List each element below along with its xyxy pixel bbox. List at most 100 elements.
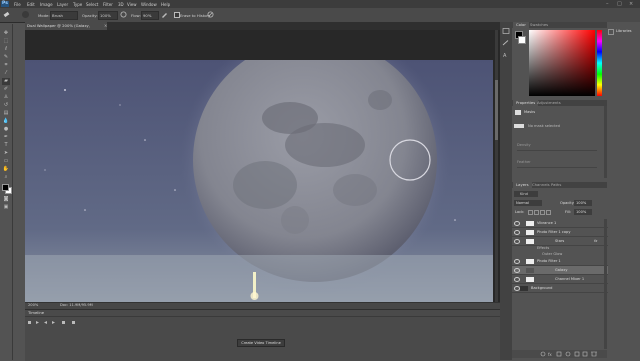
timeline-divider xyxy=(25,316,500,317)
visibility-eye-icon[interactable] xyxy=(514,239,520,244)
menu-type[interactable]: Type xyxy=(73,2,82,7)
canvas-vertical-scrollbar[interactable] xyxy=(495,30,498,302)
flow-label: Flow: xyxy=(131,12,141,18)
layer-name[interactable]: Stars xyxy=(555,239,564,243)
background-color-swatch[interactable] xyxy=(518,36,526,44)
brush-panel-icon[interactable] xyxy=(502,40,510,46)
marquee-tool-icon[interactable]: ⬚ xyxy=(2,38,10,45)
path-select-tool-icon[interactable]: ➤ xyxy=(2,150,10,157)
layer-name[interactable]: Channel Mixer 1 xyxy=(555,277,584,281)
color-picker-field[interactable] xyxy=(529,30,595,96)
quick-mask-icon[interactable]: ◙ xyxy=(2,196,10,203)
color-swatches-icon[interactable] xyxy=(2,183,12,194)
moon-image[interactable] xyxy=(25,60,493,302)
pixel-mask-icon[interactable] xyxy=(514,124,524,128)
menu-image[interactable]: Image xyxy=(40,2,53,7)
layer-name[interactable]: Background xyxy=(531,286,552,290)
eraser-tool-icon[interactable] xyxy=(3,11,10,18)
layers-scrollbar[interactable] xyxy=(604,219,607,349)
lock-icons[interactable] xyxy=(528,210,552,215)
visibility-eye-icon[interactable] xyxy=(514,230,520,235)
layers-footer-buttons[interactable]: fx xyxy=(540,351,600,357)
timeline-playback-controls[interactable] xyxy=(28,320,88,325)
lock-label: Lock: xyxy=(515,210,525,214)
kind-label: Kind xyxy=(520,192,528,196)
document-close-icon[interactable]: × xyxy=(104,22,107,30)
zoom-tool-icon[interactable]: ⌕ xyxy=(2,174,10,181)
panel-icon-strip xyxy=(500,22,512,360)
outer-glow-effect[interactable]: Outer Glow xyxy=(542,252,562,256)
hand-tool-icon[interactable]: ✋ xyxy=(2,166,10,173)
menu-file[interactable]: File xyxy=(14,2,21,7)
brush-tool-icon[interactable]: ✐ xyxy=(2,86,10,93)
layer-name[interactable]: Photo Filter 1 xyxy=(537,259,561,263)
layer-thumbnail xyxy=(526,220,534,226)
visibility-eye-icon[interactable] xyxy=(514,268,520,273)
menu-layer[interactable]: Layer xyxy=(57,2,68,7)
menu-help[interactable]: Help xyxy=(161,2,170,7)
zoom-level[interactable]: 200% xyxy=(28,303,38,307)
libraries-button[interactable]: Libraries xyxy=(608,28,640,36)
gradient-tool-icon[interactable]: ▤ xyxy=(2,110,10,117)
brush-preset-picker[interactable] xyxy=(22,11,29,18)
crop-tool-icon[interactable]: ⌗ xyxy=(2,62,10,69)
pressure-size-icon[interactable] xyxy=(207,11,214,18)
layer-thumbnail xyxy=(526,276,534,282)
airbrush-icon[interactable] xyxy=(161,11,168,18)
visibility-eye-icon[interactable] xyxy=(514,277,520,282)
pen-tool-icon[interactable]: ✒ xyxy=(2,134,10,141)
opacity-value: 100% xyxy=(100,12,111,18)
svg-text:fx: fx xyxy=(548,352,552,357)
type-tool-icon[interactable]: T xyxy=(2,142,10,149)
document-tab[interactable]: Dual Wallpaper @ 200% (Galaxy, RGB/8#) * xyxy=(25,22,107,36)
close-icon[interactable]: × xyxy=(629,1,633,7)
menu-select[interactable]: Select xyxy=(86,2,98,7)
libraries-label: Libraries xyxy=(616,29,632,33)
density-label: Density xyxy=(517,143,531,147)
no-mask-text: No mask selected xyxy=(528,124,560,128)
visibility-eye-icon[interactable] xyxy=(514,259,520,264)
tab-paths[interactable]: Paths xyxy=(548,182,564,188)
lasso-tool-icon[interactable]: ℓ xyxy=(2,46,10,53)
menu-window[interactable]: Window xyxy=(141,2,157,7)
menu-edit[interactable]: Edit xyxy=(27,2,35,7)
screen-mode-icon[interactable]: ▣ xyxy=(2,204,10,211)
feather-slider[interactable] xyxy=(517,167,597,168)
eraser-tool-active-icon[interactable]: ▰ xyxy=(2,78,10,85)
layer-opacity-value: 100% xyxy=(576,201,587,205)
tab-adjustments[interactable]: Adjustments xyxy=(534,100,564,106)
layer-name[interactable]: Vibrance 1 xyxy=(537,221,556,225)
fx-icon[interactable]: fx xyxy=(594,239,597,243)
erase-to-history-label: Erase to History xyxy=(180,12,211,18)
status-bar xyxy=(25,302,500,309)
maximize-icon[interactable]: □ xyxy=(617,1,622,7)
minimize-icon[interactable]: – xyxy=(606,1,609,7)
density-slider[interactable] xyxy=(517,150,597,151)
history-brush-tool-icon[interactable]: ↺ xyxy=(2,102,10,109)
quick-select-tool-icon[interactable]: ✎ xyxy=(2,54,10,61)
layer-name[interactable]: Galaxy xyxy=(555,268,567,272)
clone-stamp-tool-icon[interactable]: ♙ xyxy=(2,94,10,101)
menu-3d[interactable]: 3D xyxy=(118,2,124,7)
feather-label: Feather xyxy=(517,160,531,164)
doc-info: Doc: 11.9M/95.9M xyxy=(60,302,93,307)
visibility-eye-icon[interactable] xyxy=(514,221,520,226)
tab-swatches[interactable]: Swatches xyxy=(527,22,551,28)
menu-filter[interactable]: Filter xyxy=(103,2,113,7)
blur-tool-icon[interactable]: 💧 xyxy=(2,118,10,125)
hue-slider[interactable] xyxy=(597,30,602,96)
history-panel-icon[interactable] xyxy=(502,28,510,34)
menu-view[interactable]: View xyxy=(127,2,137,7)
dodge-tool-icon[interactable]: ● xyxy=(2,126,10,133)
move-tool-icon[interactable]: ✥ xyxy=(2,30,10,37)
layer-name[interactable]: Photo Filter 1 copy xyxy=(537,230,570,234)
properties-scrollbar[interactable] xyxy=(604,106,607,178)
canvas-scroll-thumb[interactable] xyxy=(495,80,498,140)
pressure-opacity-icon[interactable] xyxy=(120,11,127,18)
character-panel-icon[interactable]: A xyxy=(502,52,510,59)
eyedropper-tool-icon[interactable]: ⁄ xyxy=(2,70,10,77)
shape-tool-icon[interactable]: ▭ xyxy=(2,158,10,165)
timeline-title[interactable]: Timeline xyxy=(28,310,44,315)
blend-mode-value: Normal xyxy=(516,201,530,205)
create-video-timeline-button[interactable]: Create Video Timeline xyxy=(237,339,285,347)
